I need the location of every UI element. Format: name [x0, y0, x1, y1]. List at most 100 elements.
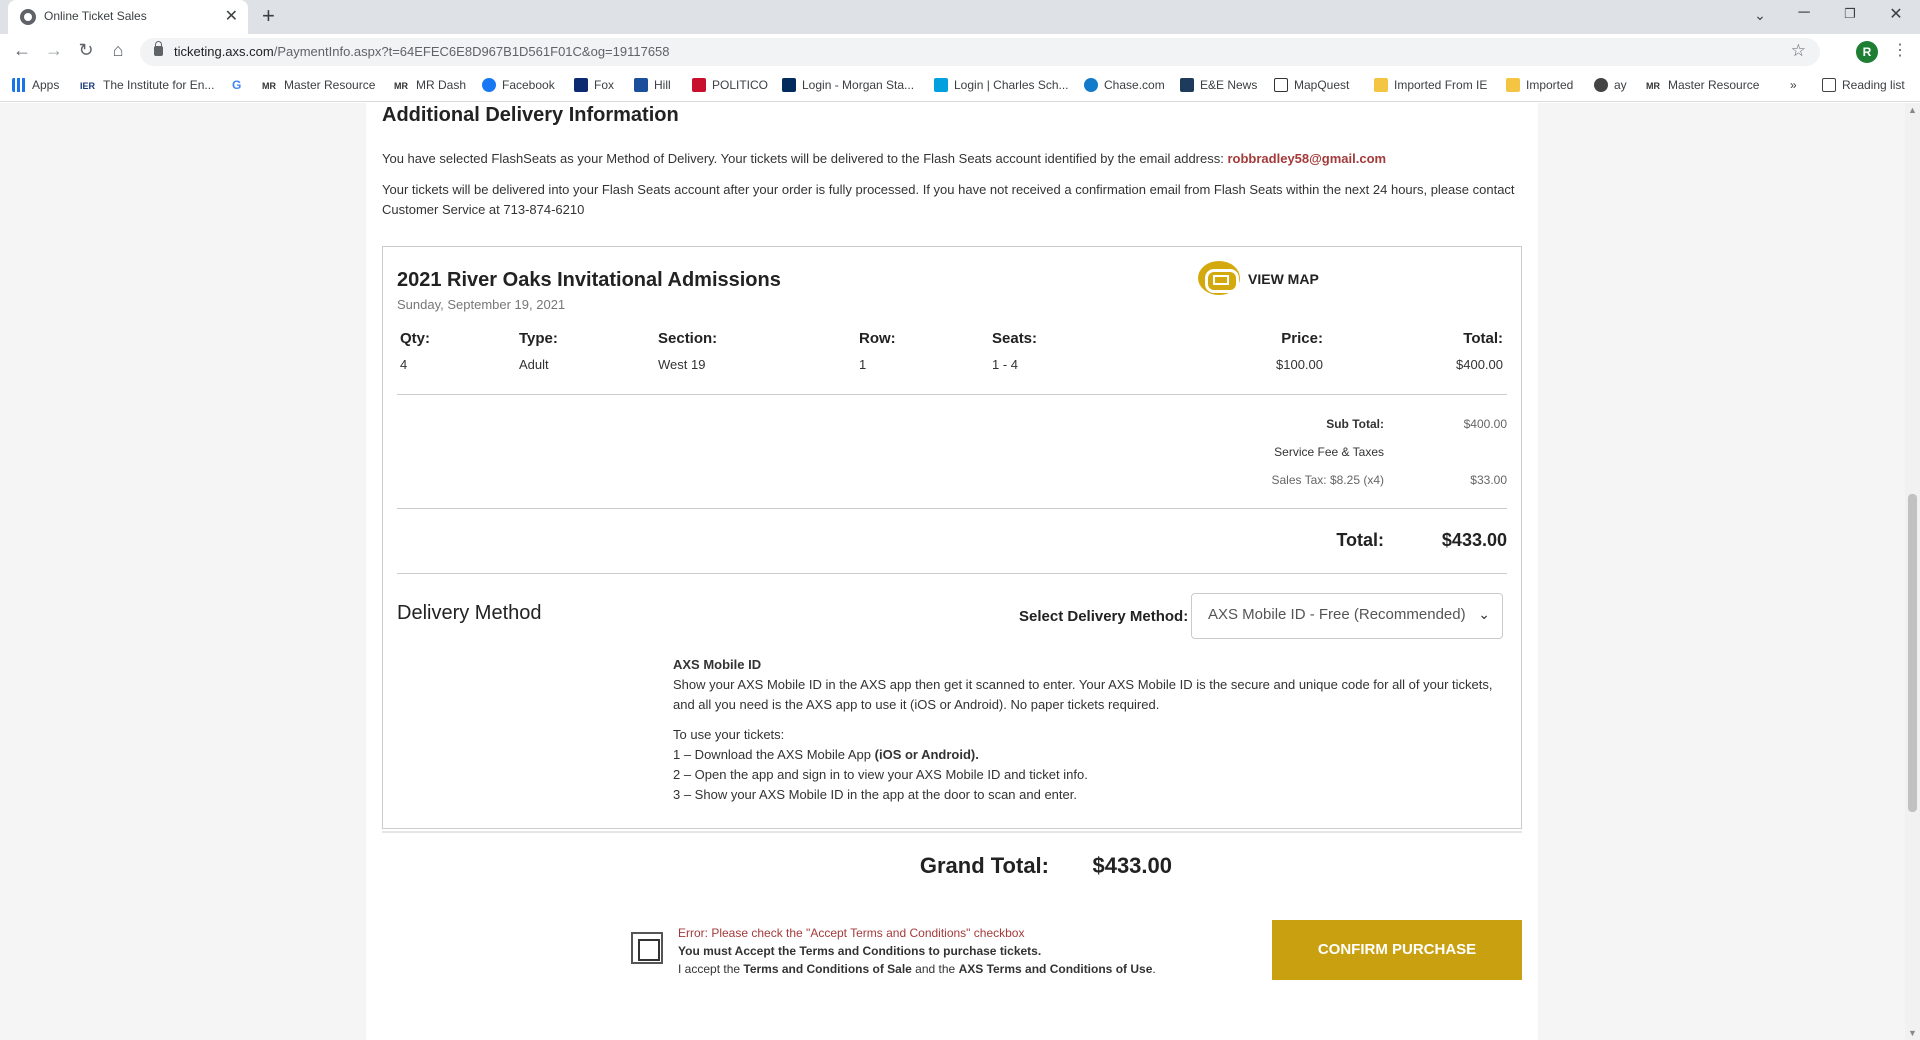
axs-step-1-platforms: (iOS or Android). — [874, 747, 979, 762]
bookmark-hill[interactable]: Hill — [634, 78, 671, 92]
bookmark-chase[interactable]: Chase.com — [1084, 78, 1165, 92]
bookmark-label: Imported From IE — [1394, 78, 1488, 92]
bookmark-mapquest[interactable]: MapQuest — [1274, 78, 1349, 92]
scroll-down-icon[interactable]: ▼ — [1908, 1028, 1917, 1038]
terms-accept-suffix: . — [1152, 962, 1156, 976]
terms-of-sale-link[interactable]: Terms and Conditions of Sale — [743, 962, 911, 976]
divider — [397, 394, 1507, 395]
bookmark-facebook[interactable]: Facebook — [482, 78, 555, 92]
type-header: Type: — [519, 330, 558, 347]
bookmark-label: Login - Morgan Sta... — [802, 78, 915, 92]
subtotal-label: Sub Total: — [1326, 417, 1384, 431]
bookmark-folder-imported-ie[interactable]: Imported From IE — [1374, 78, 1487, 92]
checkout-content: Additional Delivery Information You have… — [366, 103, 1538, 1040]
bookmark-label: POLITICO — [712, 78, 769, 92]
bookmark-schwab[interactable]: Login | Charles Sch... — [934, 78, 1069, 92]
reload-icon[interactable]: ↻ — [74, 40, 98, 61]
axs-info-title: AXS Mobile ID — [673, 657, 762, 672]
scroll-thumb[interactable] — [1908, 494, 1917, 812]
bookmark-star-icon[interactable]: ☆ — [1791, 41, 1806, 61]
folder-icon — [1506, 78, 1520, 92]
terms-text: Error: Please check the "Accept Terms an… — [678, 924, 1156, 978]
minimize-icon[interactable]: ─ — [1790, 4, 1818, 22]
confirm-purchase-button[interactable]: CONFIRM PURCHASE — [1272, 920, 1522, 980]
politico-icon — [692, 78, 706, 92]
bookmark-label: Imported — [1526, 78, 1574, 92]
bookmark-apps[interactable]: Apps — [12, 78, 59, 92]
url-host: ticketing.axs.com — [174, 44, 274, 59]
axs-use-heading: To use your tickets: — [673, 727, 785, 742]
section-header: Section: — [658, 330, 718, 347]
window-close-icon[interactable]: ✕ — [1882, 4, 1910, 24]
address-bar[interactable]: ticketing.axs.com/PaymentInfo.aspx?t=64E… — [140, 38, 1820, 66]
browser-tab[interactable]: Online Ticket Sales ✕ — [8, 0, 248, 34]
bookmark-ay[interactable]: ay — [1594, 78, 1627, 92]
terms-accept-prefix: I accept the — [678, 962, 744, 976]
bookmark-politico[interactable]: POLITICO — [692, 78, 768, 92]
bookmark-folder-imported[interactable]: Imported — [1506, 78, 1573, 92]
bookmark-mr-dash[interactable]: MR MR Dash — [394, 78, 466, 95]
schwab-icon — [934, 78, 948, 92]
page-scrollbar[interactable]: ▲ ▼ — [1905, 103, 1920, 1040]
seats-header: Seats: — [992, 330, 1038, 347]
chevron-down-icon: ⌄ — [1478, 606, 1490, 622]
bookmark-label: ay — [1614, 78, 1627, 92]
globe-icon — [1594, 78, 1608, 92]
delivery-info-line1: You have selected FlashSeats as your Met… — [382, 151, 1386, 166]
total-label: Total: — [1336, 530, 1384, 550]
delivery-method-selected: AXS Mobile ID - Free (Recommended) — [1208, 606, 1466, 623]
reading-list-button[interactable]: Reading list — [1822, 78, 1905, 92]
bookmark-fox[interactable]: Fox — [574, 78, 614, 92]
url-path: /PaymentInfo.aspx?t=64EFEC6E8D967B1D561F… — [273, 44, 670, 59]
tab-search-icon[interactable]: ⌄ — [1746, 7, 1774, 24]
restore-icon[interactable]: ❐ — [1836, 6, 1864, 22]
ier-icon: IER — [80, 81, 96, 91]
grand-total-value: $433.00 — [1092, 853, 1172, 878]
back-icon[interactable]: ← — [10, 40, 34, 61]
reading-list-label: Reading list — [1842, 78, 1905, 92]
delivery-method-title: Delivery Method — [397, 602, 542, 624]
bookmark-label: E&E News — [1200, 78, 1258, 92]
bookmark-google[interactable]: G — [232, 78, 249, 92]
new-tab-icon[interactable]: + — [262, 3, 275, 29]
accept-terms-checkbox[interactable] — [631, 932, 663, 964]
browser-toolbar: ← → ↻ ⌂ ticketing.axs.com/PaymentInfo.as… — [0, 34, 1920, 70]
browser-menu-icon[interactable]: ⋮ — [1892, 40, 1908, 60]
axs-terms-link[interactable]: AXS Terms and Conditions of Use — [959, 962, 1153, 976]
url-text[interactable]: ticketing.axs.com/PaymentInfo.aspx?t=64E… — [174, 44, 670, 59]
bookmark-label: Fox — [594, 78, 615, 92]
bookmark-label: The Institute for En... — [103, 78, 215, 92]
stadium-map-icon — [1198, 261, 1240, 295]
home-icon[interactable]: ⌂ — [106, 40, 130, 61]
ticket-qty: 4 — [400, 357, 408, 372]
subtotal-value: $400.00 — [1463, 417, 1507, 431]
event-title: 2021 River Oaks Invitational Admissions — [397, 269, 781, 291]
bookmark-label: MR Dash — [416, 78, 467, 92]
profile-avatar[interactable]: R — [1856, 41, 1878, 63]
google-icon: G — [232, 78, 242, 92]
bookmark-morgan-stanley[interactable]: Login - Morgan Sta... — [782, 78, 914, 92]
axs-step-3: 3 – Show your AXS Mobile ID in the app a… — [673, 787, 1077, 802]
qty-header: Qty: — [400, 330, 430, 347]
bookmarks-overflow-icon[interactable]: » — [1790, 78, 1797, 92]
ticket-seats: 1 - 4 — [992, 357, 1019, 372]
view-map-label: VIEW MAP — [1248, 271, 1319, 287]
terms-must-accept: You must Accept the Terms and Conditions… — [678, 944, 1042, 958]
bookmark-master-resource[interactable]: MR Master Resource — [262, 78, 375, 95]
axs-mobile-id-info: AXS Mobile ID Show your AXS Mobile ID in… — [673, 655, 1493, 805]
delivery-method-label: Select Delivery Method: — [1019, 608, 1189, 625]
divider — [397, 508, 1507, 509]
bookmark-ier[interactable]: IER The Institute for En... — [80, 78, 214, 95]
scroll-up-icon[interactable]: ▲ — [1908, 105, 1917, 115]
axs-step-2: 2 – Open the app and sign in to view you… — [673, 767, 1088, 782]
ticket-type: Adult — [519, 357, 549, 372]
close-icon[interactable]: ✕ — [225, 6, 238, 26]
bookmark-ee-news[interactable]: E&E News — [1180, 78, 1257, 92]
bookmark-master-resource-2[interactable]: MR Master Resource — [1646, 78, 1759, 95]
axs-step-1: 1 – Download the AXS Mobile App (iOS or … — [673, 745, 1493, 765]
forward-icon[interactable]: → — [42, 40, 66, 61]
delivery-method-select[interactable]: AXS Mobile ID - Free (Recommended) ⌄ — [1191, 593, 1503, 639]
ticket-row: 1 — [859, 357, 867, 372]
fees-label: Service Fee & Taxes — [1274, 445, 1384, 459]
